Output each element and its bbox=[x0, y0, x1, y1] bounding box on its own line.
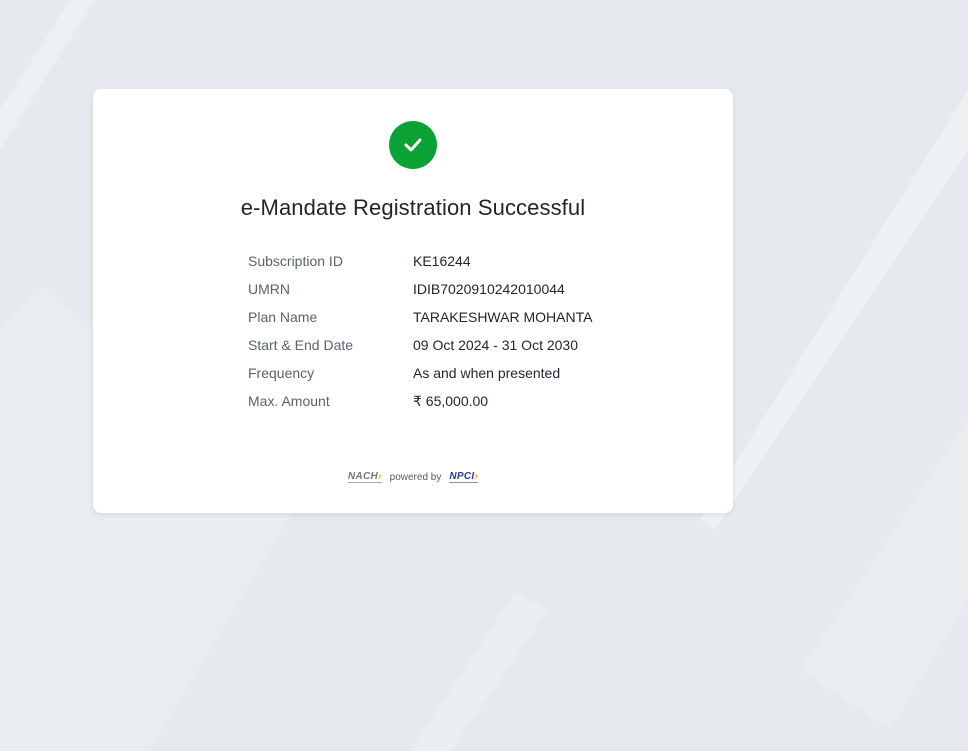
powered-by-footer: NACH› powered by NPCI› bbox=[93, 472, 733, 483]
detail-row-plan-name: Plan Name TARAKESHWAR MOHANTA bbox=[248, 303, 592, 331]
detail-row-max-amount: Max. Amount ₹ 65,000.00 bbox=[248, 387, 592, 415]
page-title: e-Mandate Registration Successful bbox=[240, 195, 586, 220]
detail-value: As and when presented bbox=[413, 365, 561, 381]
detail-label: Start & End Date bbox=[248, 337, 354, 353]
detail-label: Frequency bbox=[248, 365, 315, 381]
detail-value: ₹ 65,000.00 bbox=[413, 392, 489, 409]
detail-label: Plan Name bbox=[248, 309, 318, 325]
detail-value: KE16244 bbox=[413, 253, 471, 269]
detail-row-subscription-id: Subscription ID KE16244 bbox=[248, 247, 592, 275]
detail-label: UMRN bbox=[248, 281, 290, 297]
detail-value: 09 Oct 2024 - 31 Oct 2030 bbox=[413, 337, 578, 353]
detail-row-umrn: UMRN IDIB7020910242010044 bbox=[248, 275, 592, 303]
detail-label: Max. Amount bbox=[248, 393, 330, 409]
success-check-icon bbox=[389, 121, 437, 169]
detail-label: Subscription ID bbox=[248, 253, 343, 269]
success-card: e-Mandate Registration Successful Subscr… bbox=[93, 89, 733, 513]
mandate-details: Subscription ID KE16244 UMRN IDIB7020910… bbox=[248, 247, 592, 415]
detail-row-dates: Start & End Date 09 Oct 2024 - 31 Oct 20… bbox=[248, 331, 592, 359]
detail-value: TARAKESHWAR MOHANTA bbox=[413, 309, 593, 325]
nach-logo: NACH› bbox=[347, 471, 382, 483]
npci-logo: NPCI› bbox=[449, 471, 479, 483]
powered-by-text: powered by bbox=[389, 472, 442, 483]
detail-row-frequency: Frequency As and when presented bbox=[248, 359, 592, 387]
detail-value: IDIB7020910242010044 bbox=[413, 281, 565, 297]
